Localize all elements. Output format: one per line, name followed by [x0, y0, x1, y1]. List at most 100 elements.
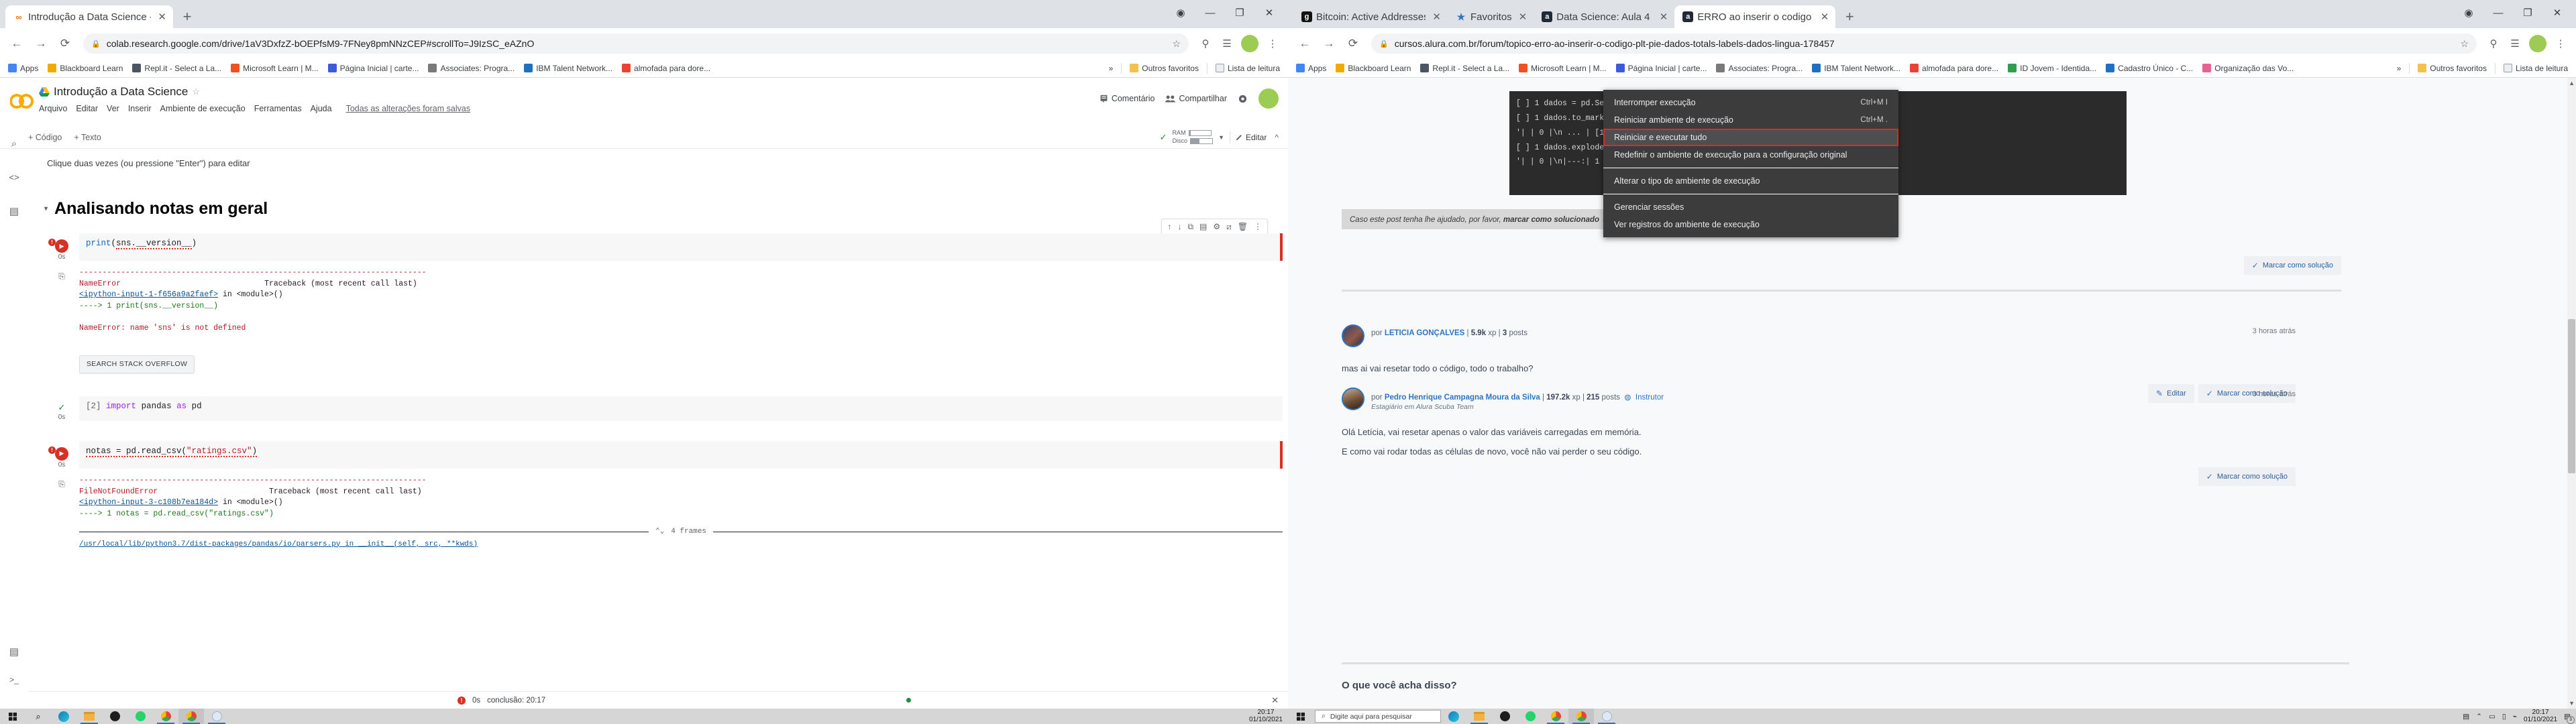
menu-arquivo[interactable]: Arquivo: [39, 104, 67, 113]
menu-ver[interactable]: Ver: [107, 104, 119, 113]
bookmark-star-icon[interactable]: ☆: [1172, 38, 1181, 50]
bookmark-item[interactable]: Microsoft Learn | M...: [1515, 62, 1610, 74]
notifications-button[interactable]: ▤ 3: [2564, 713, 2575, 724]
traceback-frame-link[interactable]: <ipython-input-1-f656a9a2faef>: [79, 290, 218, 299]
menu-item-reiniciar-ambiente[interactable]: Reiniciar ambiente de execução Ctrl+M .: [1603, 111, 1898, 129]
run-cell-button[interactable]: ▶: [55, 446, 68, 461]
bookmark-item[interactable]: Blackboard Learn: [1332, 62, 1415, 74]
menu-ajuda[interactable]: Ajuda: [311, 104, 332, 113]
reload-button[interactable]: ⟳: [1342, 32, 1364, 55]
menu-editar[interactable]: Editar: [76, 104, 98, 113]
bookmark-item[interactable]: Organização das Vo...: [2198, 62, 2298, 74]
bookmark-item[interactable]: Cadastro Único - C...: [2102, 62, 2197, 74]
edit-button[interactable]: Editar: [1236, 133, 1267, 142]
mark-solution-button[interactable]: ✓ Marcar como solução: [2198, 467, 2296, 486]
code-editor[interactable]: print(sns.__version__): [79, 233, 1283, 261]
author-link[interactable]: LETICIA GONÇALVES: [1385, 329, 1464, 337]
new-tab-button[interactable]: +: [177, 7, 197, 27]
page-scrollbar[interactable]: ▲ ▼: [2567, 78, 2576, 709]
chrome-menu-icon[interactable]: ⋮: [2551, 34, 2571, 54]
menu-item-ver-registros[interactable]: Ver registros do ambiente de execução: [1603, 216, 1898, 233]
address-bar-left[interactable]: 🔒 colab.research.google.com/drive/1aV3Dx…: [83, 34, 1189, 54]
avatar[interactable]: [1342, 324, 1364, 347]
chrome-canary-icon[interactable]: [153, 709, 178, 724]
bookmark-item[interactable]: Repl.it - Select a La...: [128, 62, 225, 74]
reading-list-button[interactable]: Lista de leitura: [2500, 62, 2572, 74]
maximize-button[interactable]: ❐: [2513, 3, 2542, 23]
close-icon[interactable]: ✕: [1818, 11, 1829, 23]
menu-item-reiniciar-e-executar-tudo[interactable]: Reiniciar e executar tudo: [1603, 129, 1898, 146]
menu-ferramentas[interactable]: Ferramentas: [254, 104, 302, 113]
author-link[interactable]: Pedro Henrique Campagna Moura da Silva: [1385, 394, 1540, 402]
bookmark-item[interactable]: Página Inicial | carte...: [324, 62, 423, 74]
battery-icon[interactable]: ▯: [2502, 713, 2506, 721]
close-window-button[interactable]: ✕: [2542, 3, 2572, 23]
start-button[interactable]: [0, 709, 25, 724]
profile-icon[interactable]: ◉: [1166, 3, 1195, 23]
maximize-button[interactable]: ❐: [1225, 3, 1254, 23]
profile-icon[interactable]: ◉: [2454, 3, 2483, 23]
edge-icon[interactable]: [1441, 709, 1466, 724]
other-bookmarks-folder[interactable]: Outros favoritos: [2414, 62, 2491, 74]
collapse-toolbar-icon[interactable]: ^: [1272, 133, 1279, 142]
bookmark-item[interactable]: Associates: Progra...: [1712, 62, 1807, 74]
bookmark-apps[interactable]: Apps: [4, 62, 42, 74]
profile-avatar[interactable]: [1241, 35, 1258, 52]
move-up-icon[interactable]: ↑: [1167, 222, 1171, 231]
show-hidden-icons-icon[interactable]: ⌃: [2476, 713, 2482, 721]
star-icon[interactable]: ☆: [192, 86, 200, 97]
other-bookmarks-folder[interactable]: Outros favoritos: [1126, 62, 1203, 74]
bookmark-item[interactable]: Associates: Progra...: [424, 62, 519, 74]
code-editor[interactable]: [2] import pandas as pd: [79, 396, 1283, 421]
paint-icon[interactable]: [204, 709, 229, 724]
minimize-button[interactable]: —: [1195, 3, 1225, 23]
close-status-icon[interactable]: ✕: [1271, 695, 1279, 706]
menu-item-redefinir-ambiente[interactable]: Redefinir o ambiente de execução para a …: [1603, 146, 1898, 164]
chrome-icon[interactable]: [178, 709, 204, 724]
forward-button[interactable]: →: [30, 32, 52, 55]
mark-solution-button[interactable]: ✓ Marcar como solução: [2243, 256, 2341, 275]
frames-expander[interactable]: ⌃⌄ 4 frames: [79, 527, 1283, 538]
menu-ambiente-de-execucao[interactable]: Ambiente de execução: [160, 104, 246, 113]
delete-icon[interactable]: 🗑: [1238, 222, 1248, 231]
chrome-icon[interactable]: [1568, 709, 1594, 724]
address-bar-right[interactable]: 🔒 cursos.alura.com.br/forum/topico-erro-…: [1371, 34, 2477, 54]
notebook-title[interactable]: Introdução a Data Science: [54, 85, 188, 99]
menu-item-alterar-tipo-ambiente[interactable]: Alterar o tipo de ambiente de execução: [1603, 172, 1898, 190]
traceback-frame-link[interactable]: <ipython-input-3-c108b7ea184d>: [79, 498, 218, 507]
edge-icon[interactable]: [51, 709, 76, 724]
save-status[interactable]: Todas as alterações foram salvas: [346, 104, 471, 113]
bookmark-item[interactable]: IBM Talent Network...: [1808, 62, 1904, 74]
reading-list-icon[interactable]: ☰: [1217, 34, 1237, 54]
tab-erro-plt-pie[interactable]: a ERRO ao inserir o codigo plt.pie ✕: [1674, 5, 1836, 28]
bookmark-item[interactable]: Repl.it - Select a La...: [1416, 62, 1513, 74]
scroll-up-icon[interactable]: ▲: [2569, 80, 2575, 86]
close-icon[interactable]: ✕: [155, 11, 166, 23]
extensions-icon[interactable]: ⚲: [2483, 34, 2504, 54]
reload-button[interactable]: ⟳: [54, 32, 76, 55]
menu-item-interromper-execucao[interactable]: Interromper execução Ctrl+M I: [1603, 94, 1898, 111]
add-code-cell-button[interactable]: + Código: [28, 133, 62, 142]
reading-list-button[interactable]: Lista de leitura: [1212, 62, 1284, 74]
comment-icon[interactable]: ▤: [1199, 222, 1207, 231]
bookmark-star-icon[interactable]: ☆: [2460, 38, 2469, 50]
clock[interactable]: 20:17 01/10/2021: [1249, 709, 1283, 723]
scroll-down-icon[interactable]: ▼: [2569, 700, 2575, 707]
bookmark-item[interactable]: IBM Talent Network...: [520, 62, 616, 74]
move-down-icon[interactable]: ↓: [1177, 222, 1181, 231]
scroll-thumb[interactable]: [2568, 319, 2575, 473]
whatsapp-icon[interactable]: [127, 709, 153, 724]
menu-inserir[interactable]: Inserir: [128, 104, 152, 113]
close-icon[interactable]: ✕: [1657, 11, 1668, 23]
markdown-cell-hint[interactable]: Clique duas vezes (ou pressione "Enter")…: [28, 149, 1283, 168]
bookmarks-overflow-button[interactable]: »: [2393, 62, 2406, 74]
files-icon[interactable]: ▤: [9, 205, 19, 217]
traceback-tail-line[interactable]: /usr/local/lib/python3.7/dist-packages/p…: [79, 540, 478, 548]
avatar[interactable]: [1258, 88, 1279, 109]
avatar[interactable]: [1342, 387, 1364, 410]
terminal-output-icon[interactable]: ▤: [9, 646, 19, 658]
extensions-icon[interactable]: ⚲: [1195, 34, 1216, 54]
chevron-down-icon[interactable]: ▾: [44, 205, 48, 213]
close-window-button[interactable]: ✕: [1254, 3, 1284, 23]
forward-button[interactable]: →: [1318, 32, 1340, 55]
